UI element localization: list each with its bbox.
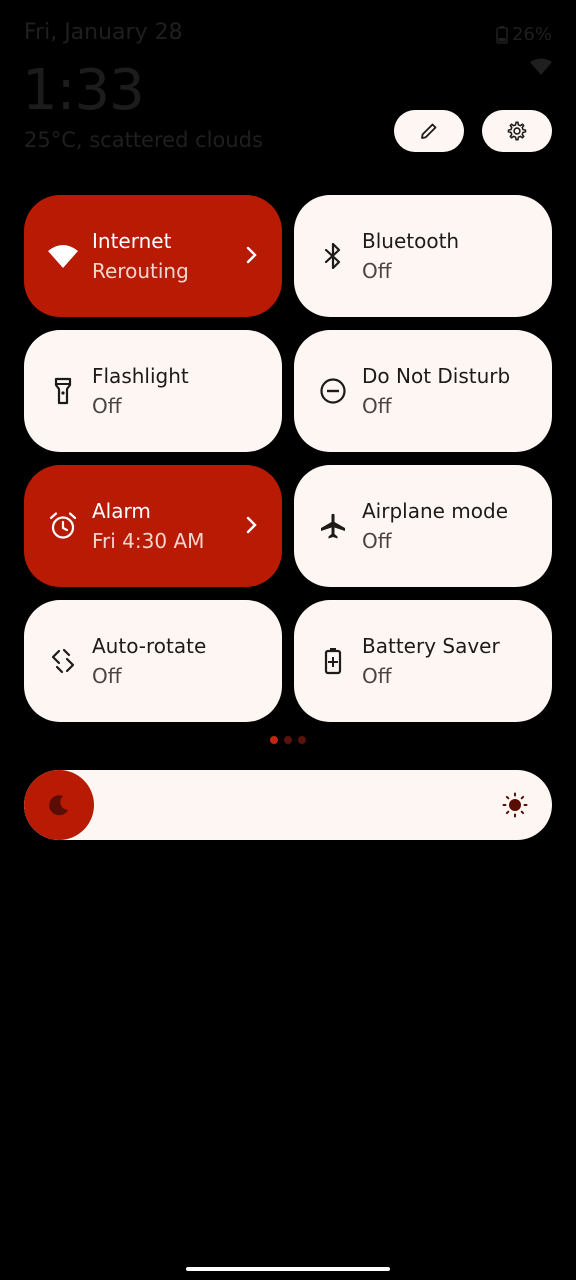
tile-airplane-mode[interactable]: Airplane mode Off [294, 465, 552, 587]
tile-state: Off [362, 259, 392, 283]
tile-state: Fri 4:30 AM [92, 529, 205, 553]
tile-label: Bluetooth [362, 229, 460, 253]
sun-icon [502, 792, 528, 818]
page-dot [298, 736, 306, 744]
tile-label: Auto-rotate [92, 634, 207, 658]
auto-rotate-icon [46, 644, 80, 678]
tile-do-not-disturb[interactable]: Do Not Disturb Off [294, 330, 552, 452]
tile-state: Rerouting [92, 259, 189, 283]
tile-state: Off [362, 664, 392, 688]
chevron-right-icon[interactable] [244, 243, 260, 267]
tile-auto-rotate[interactable]: Auto-rotate Off [24, 600, 282, 722]
do-not-disturb-icon [316, 374, 350, 408]
tile-state: Off [92, 394, 122, 418]
tile-label: Internet [92, 229, 172, 253]
chevron-right-icon[interactable] [244, 513, 260, 537]
tile-state: Off [362, 394, 392, 418]
tile-label: Airplane mode [362, 499, 509, 523]
moon-icon [49, 795, 68, 816]
clock[interactable]: 1:33 [22, 58, 145, 123]
tile-bluetooth[interactable]: Bluetooth Off [294, 195, 552, 317]
wifi-icon [46, 239, 80, 273]
date-text: Fri, January 28 [24, 20, 183, 45]
brightness-slider[interactable] [24, 770, 552, 840]
battery-icon [496, 25, 508, 44]
tile-state: Off [92, 664, 122, 688]
edit-button[interactable] [394, 110, 464, 152]
airplane-icon [316, 509, 350, 543]
tile-state: Off [362, 529, 392, 553]
flashlight-icon [46, 374, 80, 408]
pencil-icon [421, 123, 437, 139]
page-dot-active [270, 736, 278, 744]
quick-settings-screen: Fri, January 28 26% 1:33 25°C, scattered… [0, 0, 576, 1280]
bluetooth-icon [316, 239, 350, 273]
tile-label: Flashlight [92, 364, 189, 388]
battery-percent: 26% [511, 24, 552, 45]
status-icons: 26% [496, 24, 552, 45]
tile-alarm[interactable]: Alarm Fri 4:30 AM [24, 465, 282, 587]
battery-saver-icon [316, 644, 350, 678]
weather-text: 25°C, scattered clouds [24, 128, 263, 152]
page-dot [284, 736, 292, 744]
alarm-icon [46, 509, 80, 543]
tile-label: Battery Saver [362, 634, 500, 658]
page-indicator [270, 736, 306, 744]
wifi-signal-icon [530, 58, 552, 75]
gesture-nav-handle[interactable] [186, 1267, 390, 1271]
tile-label: Alarm [92, 499, 151, 523]
tile-battery-saver[interactable]: Battery Saver Off [294, 600, 552, 722]
tile-label: Do Not Disturb [362, 364, 511, 388]
settings-button[interactable] [482, 110, 552, 152]
gear-icon [507, 121, 527, 141]
tile-internet[interactable]: Internet Rerouting [24, 195, 282, 317]
tile-flashlight[interactable]: Flashlight Off [24, 330, 282, 452]
